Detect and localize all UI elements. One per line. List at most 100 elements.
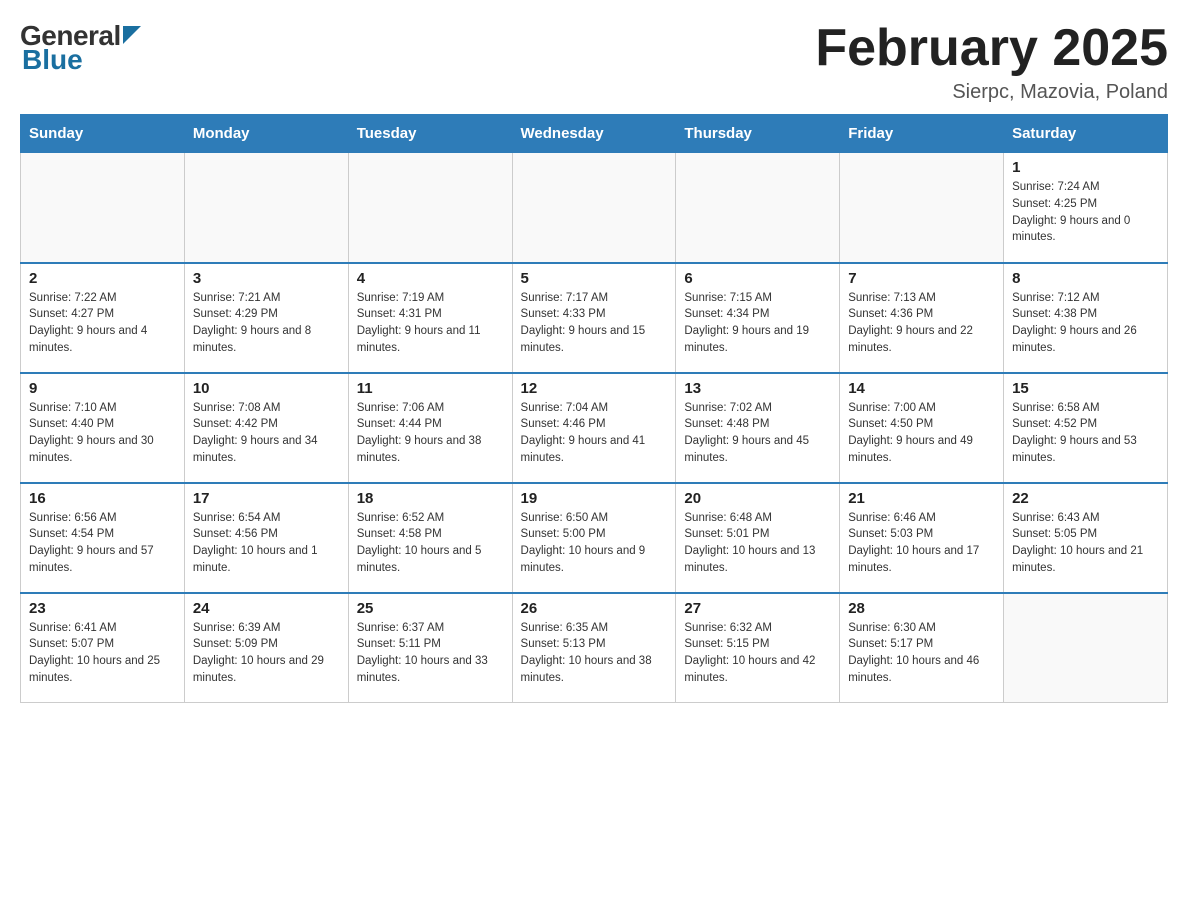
calendar-cell: 27 Sunrise: 6:32 AMSunset: 5:15 PMDayligh… [676,593,840,703]
calendar-week-row: 9Sunrise: 7:10 AMSunset: 4:40 PMDaylight… [21,373,1168,483]
calendar-week-row: 23Sunrise: 6:41 AMSunset: 5:07 PMDayligh… [21,593,1168,703]
header-thursday: Thursday [676,115,840,153]
header-wednesday: Wednesday [512,115,676,153]
day-number: 16 [29,490,176,507]
day-info: Sunrise: 7:15 AMSunset: 4:34 PMDaylight:… [684,290,831,357]
title-block: February 2025 Sierpc, Mazovia, Poland [815,20,1168,104]
calendar-cell: 24 Sunrise: 6:39 AMSunset: 5:09 PMDayligh… [184,593,348,703]
day-info: Sunrise: 7:10 AMSunset: 4:40 PMDaylight:… [29,400,176,467]
day-info: Sunrise: 7:00 AMSunset: 4:50 PMDaylight:… [848,400,995,467]
calendar-cell: 16 Sunrise: 6:56 AMSunset: 4:54 PMDayligh… [21,483,185,593]
day-number: 28 [848,600,995,617]
day-info: Sunrise: 6:46 AMSunset: 5:03 PMDaylight:… [848,510,995,577]
calendar-table: Sunday Monday Tuesday Wednesday Thursday… [20,114,1168,703]
calendar-cell [348,153,512,263]
calendar-week-row: 2 Sunrise: 7:22 AMSunset: 4:27 PMDaylight… [21,263,1168,373]
calendar-cell: 5 Sunrise: 7:17 AMSunset: 4:33 PMDaylight… [512,263,676,373]
day-number: 25 [357,600,504,617]
day-number: 18 [357,490,504,507]
day-info: Sunrise: 7:06 AMSunset: 4:44 PMDaylight:… [357,400,504,467]
day-number: 20 [684,490,831,507]
day-number: 21 [848,490,995,507]
calendar-cell: 15 Sunrise: 6:58 AMSunset: 4:52 PMDayligh… [1004,373,1168,483]
calendar-cell: 9Sunrise: 7:10 AMSunset: 4:40 PMDaylight… [21,373,185,483]
page-header: General Blue February 2025 Sierpc, Mazov… [20,20,1168,104]
calendar-cell: 4 Sunrise: 7:19 AMSunset: 4:31 PMDaylight… [348,263,512,373]
day-info: Sunrise: 7:02 AMSunset: 4:48 PMDaylight:… [684,400,831,467]
header-monday: Monday [184,115,348,153]
calendar-cell: 3Sunrise: 7:21 AMSunset: 4:29 PMDaylight… [184,263,348,373]
calendar-cell: 11Sunrise: 7:06 AMSunset: 4:44 PMDayligh… [348,373,512,483]
day-info: Sunrise: 7:13 AMSunset: 4:36 PMDaylight:… [848,290,995,357]
calendar-cell: 25 Sunrise: 6:37 AMSunset: 5:11 PMDayligh… [348,593,512,703]
day-number: 2 [29,270,176,287]
calendar-cell: 28 Sunrise: 6:30 AMSunset: 5:17 PMDayligh… [840,593,1004,703]
day-number: 26 [521,600,668,617]
calendar-week-row: 16 Sunrise: 6:56 AMSunset: 4:54 PMDayligh… [21,483,1168,593]
calendar-cell: 19Sunrise: 6:50 AMSunset: 5:00 PMDayligh… [512,483,676,593]
calendar-week-row: 1 Sunrise: 7:24 AMSunset: 4:25 PMDaylight… [21,153,1168,263]
day-number: 6 [684,270,831,287]
day-info: Sunrise: 6:35 AMSunset: 5:13 PMDaylight:… [521,620,668,687]
calendar-cell [184,153,348,263]
day-number: 27 [684,600,831,617]
logo: General Blue [20,20,145,76]
day-number: 24 [193,600,340,617]
calendar-cell: 7 Sunrise: 7:13 AMSunset: 4:36 PMDaylight… [840,263,1004,373]
day-number: 3 [193,270,340,287]
day-info: Sunrise: 7:17 AMSunset: 4:33 PMDaylight:… [521,290,668,357]
day-info: Sunrise: 7:22 AMSunset: 4:27 PMDaylight:… [29,290,176,357]
day-info: Sunrise: 6:50 AMSunset: 5:00 PMDaylight:… [521,510,668,577]
calendar-cell: 21 Sunrise: 6:46 AMSunset: 5:03 PMDayligh… [840,483,1004,593]
day-info: Sunrise: 6:32 AMSunset: 5:15 PMDaylight:… [684,620,831,687]
day-info: Sunrise: 6:58 AMSunset: 4:52 PMDaylight:… [1012,400,1159,467]
day-number: 7 [848,270,995,287]
day-info: Sunrise: 6:39 AMSunset: 5:09 PMDaylight:… [193,620,340,687]
day-number: 15 [1012,380,1159,397]
calendar-cell [1004,593,1168,703]
day-info: Sunrise: 6:48 AMSunset: 5:01 PMDaylight:… [684,510,831,577]
day-number: 5 [521,270,668,287]
days-header-row: Sunday Monday Tuesday Wednesday Thursday… [21,115,1168,153]
day-number: 17 [193,490,340,507]
calendar-cell: 6 Sunrise: 7:15 AMSunset: 4:34 PMDaylight… [676,263,840,373]
day-info: Sunrise: 7:08 AMSunset: 4:42 PMDaylight:… [193,400,340,467]
day-number: 23 [29,600,176,617]
day-info: Sunrise: 7:24 AMSunset: 4:25 PMDaylight:… [1012,179,1159,246]
calendar-subtitle: Sierpc, Mazovia, Poland [815,81,1168,104]
header-saturday: Saturday [1004,115,1168,153]
calendar-cell: 1 Sunrise: 7:24 AMSunset: 4:25 PMDaylight… [1004,153,1168,263]
day-info: Sunrise: 7:12 AMSunset: 4:38 PMDaylight:… [1012,290,1159,357]
calendar-cell: 12Sunrise: 7:04 AMSunset: 4:46 PMDayligh… [512,373,676,483]
day-info: Sunrise: 6:56 AMSunset: 4:54 PMDaylight:… [29,510,176,577]
header-sunday: Sunday [21,115,185,153]
calendar-cell: 17 Sunrise: 6:54 AMSunset: 4:56 PMDayligh… [184,483,348,593]
calendar-cell: 8 Sunrise: 7:12 AMSunset: 4:38 PMDaylight… [1004,263,1168,373]
calendar-cell: 2 Sunrise: 7:22 AMSunset: 4:27 PMDaylight… [21,263,185,373]
day-info: Sunrise: 6:52 AMSunset: 4:58 PMDaylight:… [357,510,504,577]
calendar-cell: 22Sunrise: 6:43 AMSunset: 5:05 PMDayligh… [1004,483,1168,593]
calendar-cell: 20 Sunrise: 6:48 AMSunset: 5:01 PMDayligh… [676,483,840,593]
calendar-cell: 14 Sunrise: 7:00 AMSunset: 4:50 PMDayligh… [840,373,1004,483]
day-number: 10 [193,380,340,397]
calendar-cell [21,153,185,263]
day-number: 1 [1012,159,1159,176]
calendar-cell [676,153,840,263]
header-friday: Friday [840,115,1004,153]
day-number: 8 [1012,270,1159,287]
day-info: Sunrise: 6:37 AMSunset: 5:11 PMDaylight:… [357,620,504,687]
day-number: 22 [1012,490,1159,507]
day-info: Sunrise: 6:30 AMSunset: 5:17 PMDaylight:… [848,620,995,687]
calendar-cell [840,153,1004,263]
day-number: 4 [357,270,504,287]
calendar-cell: 13Sunrise: 7:02 AMSunset: 4:48 PMDayligh… [676,373,840,483]
logo-arrow-icon [123,26,145,48]
calendar-cell: 23Sunrise: 6:41 AMSunset: 5:07 PMDayligh… [21,593,185,703]
calendar-cell [512,153,676,263]
day-info: Sunrise: 6:54 AMSunset: 4:56 PMDaylight:… [193,510,340,577]
calendar-cell: 26 Sunrise: 6:35 AMSunset: 5:13 PMDayligh… [512,593,676,703]
calendar-title: February 2025 [815,20,1168,77]
day-info: Sunrise: 7:19 AMSunset: 4:31 PMDaylight:… [357,290,504,357]
logo-blue-text: Blue [22,44,83,76]
day-number: 14 [848,380,995,397]
